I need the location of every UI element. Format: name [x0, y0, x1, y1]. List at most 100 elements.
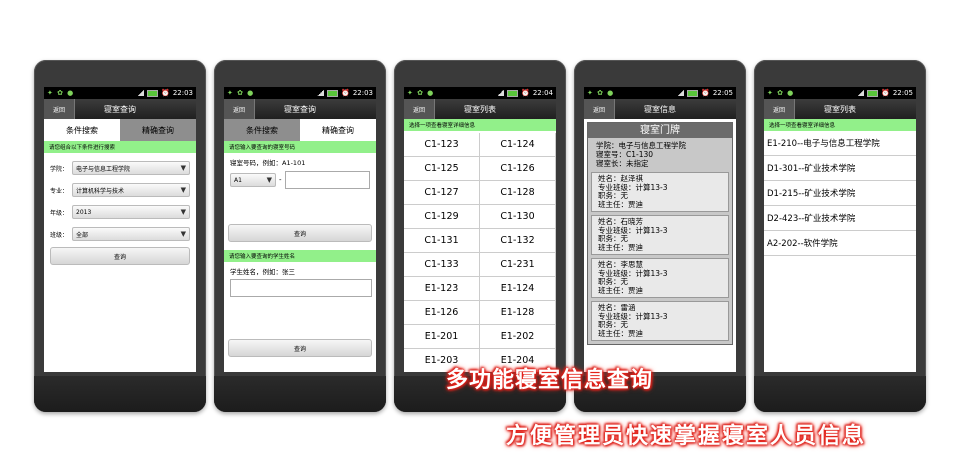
battery-icon: [687, 89, 699, 97]
room-cell[interactable]: C1-129: [404, 205, 480, 229]
student-hint-bar: 请您输入要查询的学生姓名: [224, 250, 376, 262]
college-value: 电子与信息工程学院: [76, 165, 131, 173]
room-cell[interactable]: C1-133: [404, 253, 480, 277]
room-cell[interactable]: E1-128: [480, 301, 556, 325]
room-cell[interactable]: E1-124: [480, 277, 556, 301]
grade-row: 年级： 2013 ▼: [50, 205, 190, 219]
phone-4: ✦ ✿ ● ⏰ 22:05 返回 寝室信息 寝室门牌 学院：电子与信息工程学院 寝…: [574, 60, 746, 412]
alarm-icon: ⏰: [161, 89, 170, 97]
notification-icons: ✦ ✿ ●: [227, 89, 255, 97]
grade-value: 2013: [76, 208, 92, 216]
back-button[interactable]: 返回: [224, 99, 255, 119]
room-cell[interactable]: C1-131: [404, 229, 480, 253]
tab-exact-search[interactable]: 精确查询: [120, 119, 196, 141]
room-cell[interactable]: E1-126: [404, 301, 480, 325]
room-cell[interactable]: C1-130: [480, 205, 556, 229]
page-title: 寝室查询: [104, 104, 136, 114]
tab-condition-search[interactable]: 条件搜索: [224, 119, 300, 141]
alarm-icon: ⏰: [881, 89, 890, 97]
phone-1: ✦ ✿ ● ⏰ 22:03 返回 寝室查询 条件搜索 精确查询 请您组合以下条件进…: [34, 60, 206, 412]
student-example-label: 学生姓名，例如：张三: [230, 268, 295, 276]
battery-icon: [507, 89, 519, 97]
status-time: 22:04: [532, 89, 553, 97]
student-name-input[interactable]: [230, 279, 372, 297]
class-select[interactable]: 全部 ▼: [72, 227, 190, 241]
room-cell[interactable]: C1-128: [480, 181, 556, 205]
room-hint-bar: 请您输入要查询的寝室号码: [224, 141, 376, 153]
tab-bar: 条件搜索 精确查询: [224, 119, 376, 141]
student-advisor: 班主任：贾迪: [598, 242, 643, 252]
page-title: 寝室查询: [284, 104, 316, 114]
room-number-info: 寝室号：C1-130: [596, 150, 654, 159]
status-bar: ✦ ✿ ● ⏰ 22:05: [584, 87, 736, 99]
room-number-input[interactable]: [284, 171, 370, 189]
status-time: 22:03: [352, 89, 373, 97]
tab-bar: 条件搜索 精确查询: [44, 119, 196, 141]
building-select[interactable]: A1 ▼: [230, 173, 276, 187]
room-cell[interactable]: E1-201: [404, 325, 480, 349]
student-card: 姓名：李思慧 专业班级：计算13-3 职务：无 班主任：贾迪: [591, 258, 729, 298]
dropdown-arrow-icon: ▼: [180, 164, 186, 172]
room-input-row: A1 ▼ -: [230, 171, 370, 189]
back-button[interactable]: 返回: [584, 99, 615, 119]
room-example-label: 寝室号码，例如：A1-101: [230, 159, 306, 167]
room-cell[interactable]: C1-231: [480, 253, 556, 277]
room-query-button[interactable]: 查询: [228, 224, 372, 242]
notification-icons: ✦ ✿ ●: [587, 89, 615, 97]
banner-title: 多功能寝室信息查询: [446, 368, 654, 393]
page-title: 寝室列表: [464, 104, 496, 114]
door-plate-card: 寝室门牌 学院：电子与信息工程学院 寝室号：C1-130 寝室长：未指定 姓名：…: [587, 122, 733, 345]
phone-2: ✦ ✿ ● ⏰ 22:03 返回 寝室查询 条件搜索 精确查询 请您输入要查询的寝…: [214, 60, 386, 412]
grade-select[interactable]: 2013 ▼: [72, 205, 190, 219]
student-advisor: 班主任：贾迪: [598, 285, 643, 295]
back-button[interactable]: 返回: [404, 99, 435, 119]
room-list: E1-210--电子与信息工程学院 D1-301--矿业技术学院 D1-215-…: [764, 131, 916, 256]
notification-icons: ✦ ✿ ●: [767, 89, 795, 97]
list-item[interactable]: D2-423--矿业技术学院: [764, 206, 916, 231]
signal-icon: [137, 90, 145, 96]
banner-subtitle: 方便管理员快速掌握寝室人员信息: [506, 424, 867, 449]
signal-icon: [677, 90, 685, 96]
list-item[interactable]: E1-210--电子与信息工程学院: [764, 131, 916, 156]
dropdown-arrow-icon: ▼: [266, 176, 272, 184]
list-item[interactable]: D1-301--矿业技术学院: [764, 156, 916, 181]
room-cell[interactable]: E1-202: [480, 325, 556, 349]
screen-room-grid: ✦ ✿ ● ⏰ 22:04 返回 寝室列表 选择一项查看寝室详细信息 C1-123…: [404, 87, 556, 372]
signal-icon: [317, 90, 325, 96]
major-row: 专业： 计算机科学与技术 ▼: [50, 183, 190, 197]
room-cell[interactable]: C1-123: [404, 133, 480, 157]
major-select[interactable]: 计算机科学与技术 ▼: [72, 183, 190, 197]
status-time: 22:05: [892, 89, 913, 97]
list-item[interactable]: A2-202--软件学院: [764, 231, 916, 256]
student-advisor: 班主任：贾迪: [598, 328, 643, 338]
room-cell[interactable]: C1-124: [480, 133, 556, 157]
signal-icon: [497, 90, 505, 96]
college-select[interactable]: 电子与信息工程学院 ▼: [72, 161, 190, 175]
back-button[interactable]: 返回: [764, 99, 795, 119]
room-cell[interactable]: C1-132: [480, 229, 556, 253]
title-bar: 返回 寝室信息: [584, 99, 736, 119]
tab-condition-search[interactable]: 条件搜索: [44, 119, 120, 141]
dropdown-arrow-icon: ▼: [180, 230, 186, 238]
title-bar: 返回 寝室查询: [224, 99, 376, 119]
page-title: 寝室列表: [824, 104, 856, 114]
title-bar: 返回 寝室列表: [404, 99, 556, 119]
major-label: 专业：: [50, 187, 69, 195]
screen-condition-search: ✦ ✿ ● ⏰ 22:03 返回 寝室查询 条件搜索 精确查询 请您组合以下条件进…: [44, 87, 196, 372]
room-cell[interactable]: C1-127: [404, 181, 480, 205]
back-button[interactable]: 返回: [44, 99, 75, 119]
hint-bar: 选择一项查看寝室详细信息: [404, 119, 556, 131]
status-bar: ✦ ✿ ● ⏰ 22:04: [404, 87, 556, 99]
tab-exact-search[interactable]: 精确查询: [300, 119, 376, 141]
hint-bar: 选择一项查看寝室详细信息: [764, 119, 916, 131]
query-button[interactable]: 查询: [50, 247, 190, 265]
signal-icon: [857, 90, 865, 96]
list-item[interactable]: D1-215--矿业技术学院: [764, 181, 916, 206]
room-cell[interactable]: C1-125: [404, 157, 480, 181]
room-cell[interactable]: E1-123: [404, 277, 480, 301]
student-query-button[interactable]: 查询: [228, 339, 372, 357]
room-cell[interactable]: C1-126: [480, 157, 556, 181]
battery-icon: [327, 89, 339, 97]
building-value: A1: [234, 176, 242, 184]
hint-bar: 请您组合以下条件进行搜索: [44, 141, 196, 153]
